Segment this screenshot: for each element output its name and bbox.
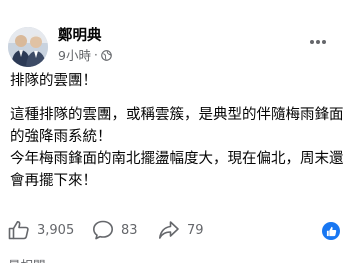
post-body: 排隊的雲團！ 這種排隊的雲團，或稱雲簇，是典型的伴隨梅雨鋒面的強降雨系統！ 今年… xyxy=(10,70,346,192)
share-count: 79 xyxy=(187,222,204,238)
comment-sort-label[interactable]: 最相關 xyxy=(8,255,46,263)
post-paragraph: 排隊的雲團！ xyxy=(10,73,97,89)
post-timestamp[interactable]: 9小時 xyxy=(58,45,91,64)
author-name[interactable]: 鄭明典 xyxy=(58,24,102,45)
share-button[interactable]: 79 xyxy=(158,220,204,240)
facebook-post: 鄭明典 9小時 · 排隊的雲團！ 這種排隊的雲團，或稱雲簇，是典型的伴隨梅雨鋒面… xyxy=(0,0,352,263)
post-meta: 9小時 · xyxy=(58,45,112,64)
globe-icon xyxy=(100,49,112,61)
post-paragraph: 這種排隊的雲團，或稱雲簇，是典型的伴隨梅雨鋒面的強降雨系統！ 今年梅雨鋒面的南北… xyxy=(10,107,344,189)
comment-icon xyxy=(92,220,114,240)
share-icon xyxy=(158,220,180,240)
like-button[interactable]: 3,905 xyxy=(8,220,74,240)
more-options-icon[interactable] xyxy=(304,28,332,56)
comment-count: 83 xyxy=(121,222,138,238)
engagement-row: 3,905 83 79 xyxy=(0,218,352,246)
comment-button[interactable]: 83 xyxy=(92,220,138,240)
like-count: 3,905 xyxy=(37,222,75,238)
thumbs-up-icon xyxy=(8,220,30,240)
like-reaction-icon[interactable] xyxy=(322,222,340,240)
meta-separator: · xyxy=(93,47,98,62)
avatar[interactable] xyxy=(8,27,48,67)
